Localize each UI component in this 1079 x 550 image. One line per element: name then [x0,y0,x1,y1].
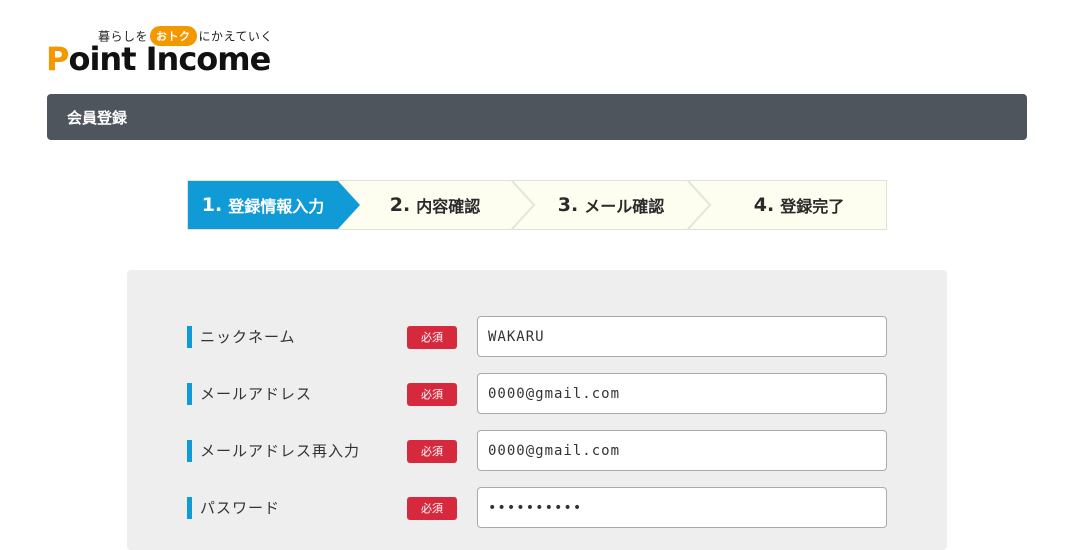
form-row-password: パスワード 必須 [127,486,947,530]
field-label: メールアドレス再入力 [200,442,361,460]
logo-letter-p: P [46,40,69,78]
email-input[interactable] [477,373,887,414]
logo[interactable]: 暮らしを おトク にかえていく Point Income [46,20,272,80]
field-label: パスワード [200,499,281,517]
registration-form: ニックネーム 必須 メールアドレス 必須 メールアドレス再入力 必須 パスワード… [127,270,947,550]
nickname-input[interactable] [477,316,887,357]
label-accent-bar [187,497,192,519]
step-2: 2. 内容確認 [360,181,510,229]
step-number: 1. [201,194,223,216]
step-1: 1. 登録情報入力 [188,181,338,229]
label-accent-bar [187,383,192,405]
step-divider-arrow [687,181,712,229]
password-input[interactable] [477,487,887,528]
form-row-email: メールアドレス 必須 [127,372,947,416]
field-label: メールアドレス [200,385,313,403]
label-accent-bar [187,326,192,348]
step-label: メール確認 [584,197,665,216]
email-confirm-input[interactable] [477,430,887,471]
required-badge: 必須 [407,383,457,406]
step-divider-arrow [511,181,536,229]
step-4: 4. 登録完了 [712,181,886,229]
required-badge: 必須 [407,497,457,520]
form-row-nickname: ニックネーム 必須 [127,315,947,359]
step-number: 4. [753,194,775,216]
step-label: 登録完了 [780,197,845,216]
page-title: 会員登録 [67,109,128,127]
label-accent-bar [187,440,192,462]
step-3: 3. メール確認 [536,181,686,229]
step-active-arrow [338,181,360,229]
logo-wordmark: Point Income [46,40,271,78]
page-header: 会員登録 [47,94,1027,140]
step-label: 内容確認 [416,197,481,216]
step-label: 登録情報入力 [228,197,325,216]
required-badge: 必須 [407,326,457,349]
required-badge: 必須 [407,440,457,463]
logo-name: oint Income [68,40,271,78]
field-label: ニックネーム [200,328,296,346]
progress-steps: 1. 登録情報入力 2. 内容確認 3. メール確認 4. 登録完了 [187,180,887,230]
form-row-email-confirm: メールアドレス再入力 必須 [127,429,947,473]
step-number: 3. [557,194,579,216]
step-number: 2. [389,194,411,216]
